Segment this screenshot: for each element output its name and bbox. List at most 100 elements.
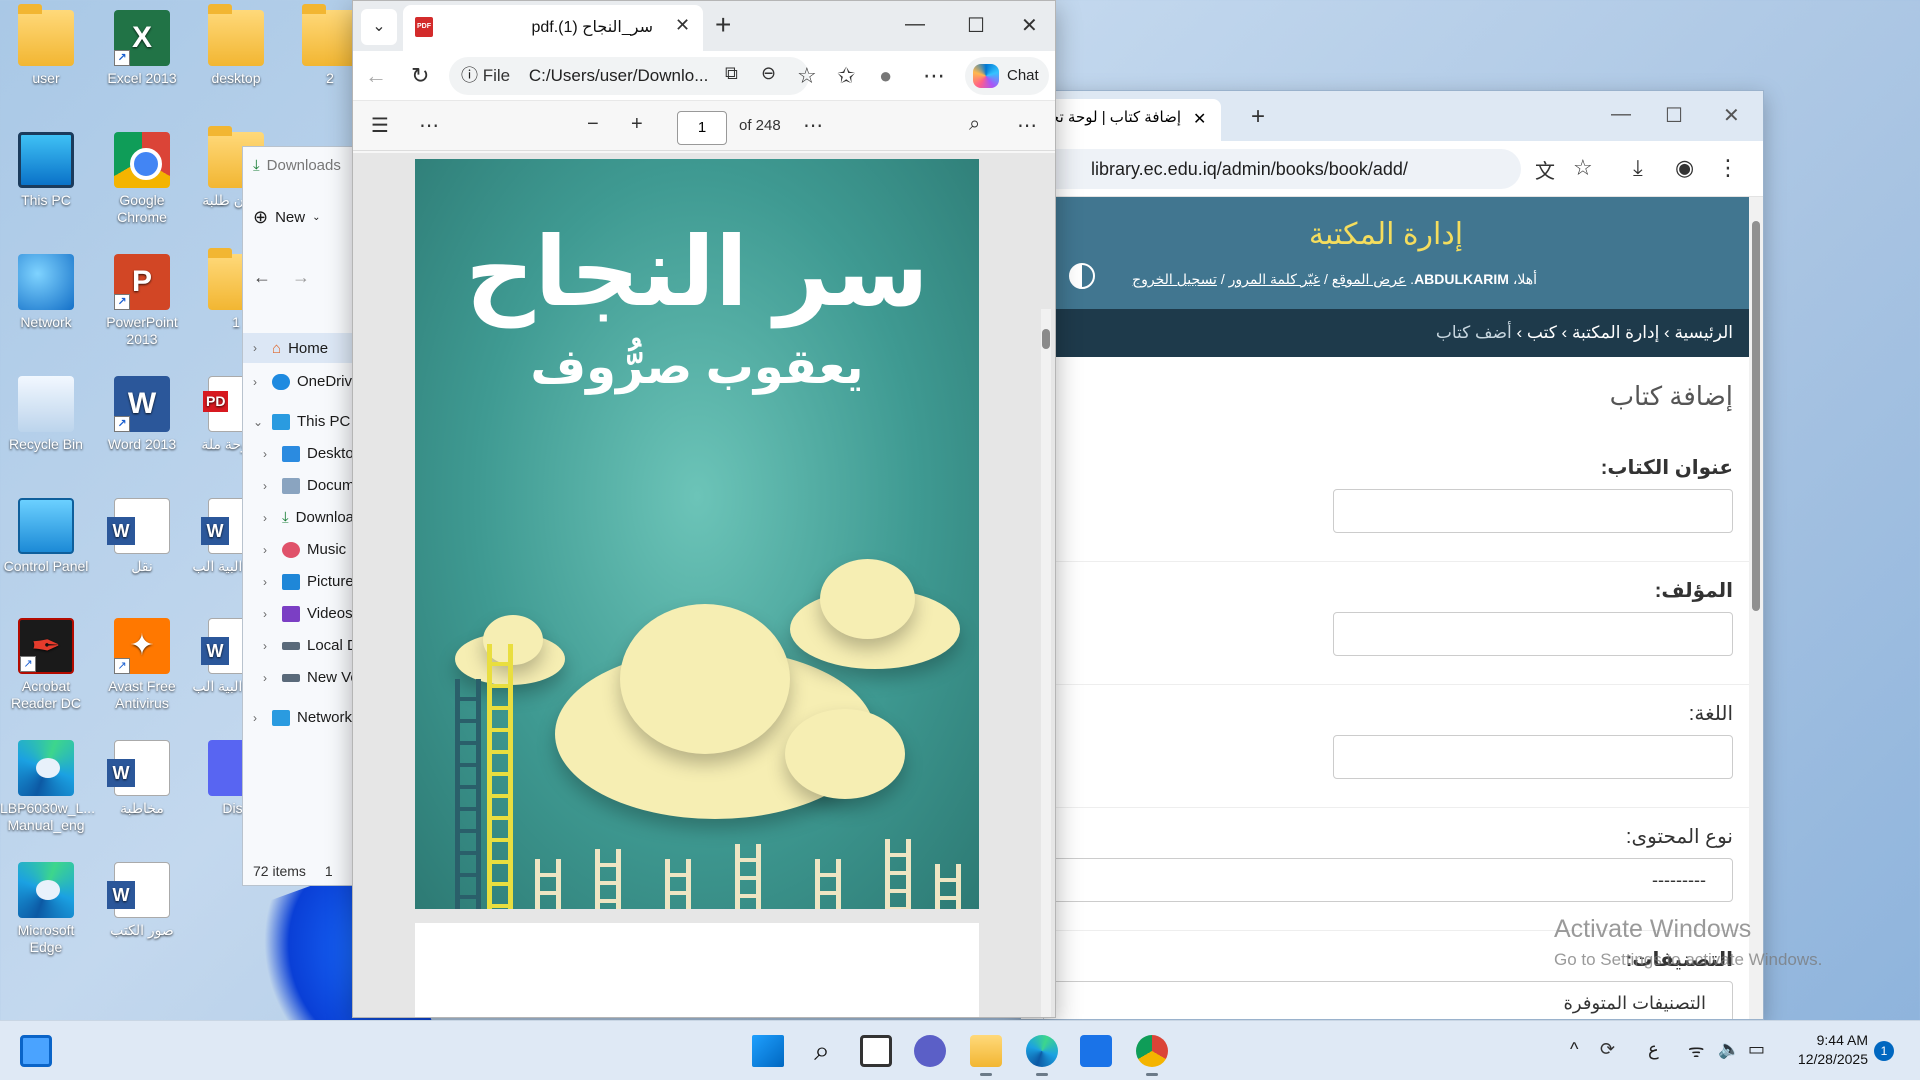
nav-item-downloads[interactable]: › ⤓ Downloads [263,509,361,526]
profile-icon[interactable]: ● [879,63,892,89]
desktop-icon-this-pc[interactable]: This PC [0,132,92,209]
zoom-out-icon[interactable]: ⊖ [761,63,776,84]
file-explorer-window[interactable]: ⤓ Downloads ⊕ New ⌄ ← → › ⌂ Home › OneDr… [242,146,362,886]
edge-pdf-window[interactable]: ⌄ PDF سر_النجاح (1).pdf ✕ + — ☐ ✕ ← ↻ ⓘ … [352,0,1056,1018]
breadcrumb-library[interactable]: إدارة المكتبة [1572,323,1659,342]
minimize-icon[interactable]: — [905,13,925,36]
nav-item-videos[interactable]: › Videos [263,605,353,622]
maximize-icon[interactable]: ☐ [1665,103,1683,128]
change-password-link[interactable]: غيّر كلمة المرور [1229,271,1320,287]
back-arrow-icon[interactable]: ← [253,267,271,288]
favorite-star-icon[interactable]: ☆ [797,63,817,89]
file-explorer-icon[interactable] [970,1035,1002,1076]
read-aloud-icon[interactable]: ⧉ [725,63,738,84]
pdf-viewer[interactable]: سر النجاح يعقوب صرُّوف [353,153,1055,1017]
close-tab-icon[interactable]: ✕ [675,15,690,36]
more-tools-icon[interactable]: ⋯ [1017,113,1037,138]
maximize-icon[interactable]: ☐ [967,13,985,38]
search-icon[interactable]: ⌕ [969,113,980,136]
book-title-input[interactable] [1333,489,1733,533]
copilot-chat-button[interactable]: Chat [965,57,1049,95]
desktop-icon-avast[interactable]: ✦ ↗ Avast Free Antivirus [96,618,188,712]
bookmark-star-icon[interactable]: ☆ [1573,155,1593,181]
menu-kebab-icon[interactable]: ⋮ [1717,155,1739,181]
pdf-more-icon[interactable]: ⋯ [419,113,439,138]
refresh-icon[interactable]: ↻ [411,63,429,89]
desktop-icon-lbp-manual[interactable]: LBP6030w_L... Manual_eng [0,740,95,834]
breadcrumb-home[interactable]: الرئيسية [1674,323,1733,342]
scrollbar-thumb[interactable] [1752,221,1760,611]
desktop-icon-network[interactable]: Network [0,254,92,331]
notification-badge[interactable]: 1 [1874,1041,1894,1061]
chrome-window[interactable]: إضافة كتاب | لوحة تحكم ✕ + — ☐ ✕ library… [1020,90,1764,1020]
download-icon[interactable]: ⤓ [1633,155,1643,181]
explorer-address-bar[interactable]: ⤓ Downloads [253,157,341,174]
page-number-input[interactable]: 1 [677,111,727,145]
nav-item-local-disk[interactable]: › Local Disk [263,637,361,654]
nav-item-music[interactable]: › Music [263,541,346,558]
desktop-icon-control-panel[interactable]: Control Panel [0,498,92,575]
input-language-indicator[interactable]: ع [1648,1039,1659,1060]
close-tab-icon[interactable]: ✕ [1193,109,1206,129]
desktop-icon-acrobat[interactable]: ✒ ↗ Acrobat Reader DC [0,618,92,712]
close-window-icon[interactable]: ✕ [1021,13,1038,38]
desktop-icon-recycle-bin[interactable]: Recycle Bin [0,376,92,453]
admin-brand-title[interactable]: إدارة المكتبة [1021,217,1751,252]
desktop-icon-microsoft-edge[interactable]: Microsoft Edge [0,862,92,956]
nav-item-desktop[interactable]: › Desktop [263,445,361,462]
logout-link[interactable]: تسجيل الخروج [1132,271,1217,287]
desktop-icon-word[interactable]: W ↗ Word 2013 [96,376,188,453]
new-tab-icon[interactable]: + [715,9,731,41]
content-type-select[interactable]: --------- [1043,858,1733,902]
page-scrollbar[interactable] [1749,197,1763,1019]
nav-item-home[interactable]: › ⌂ Home [243,333,361,363]
tab-actions-chevron-icon[interactable]: ⌄ [361,9,397,45]
microsoft-store-icon[interactable] [1080,1035,1112,1067]
new-tab-icon[interactable]: + [1251,103,1265,131]
search-icon[interactable]: ⌕ [806,1035,838,1067]
zoom-in-icon[interactable]: + [631,113,643,136]
desktop-icon-mukhataba[interactable]: W مخاطبة [96,740,188,817]
battery-icon[interactable]: ▭ [1748,1039,1765,1060]
system-clock[interactable]: 9:44 AM 12/28/2025 [1790,1031,1868,1069]
scrollbar-thumb[interactable] [1042,329,1050,349]
zoom-out-icon[interactable]: − [587,113,599,136]
nav-item-new-volume[interactable]: › New Volume [263,669,361,686]
close-window-icon[interactable]: ✕ [1723,103,1740,128]
show-hidden-icons-chevron-icon[interactable]: ^ [1570,1039,1578,1060]
pdf-scrollbar[interactable] [1041,309,1051,1017]
contents-list-icon[interactable]: ☰ [371,113,389,138]
explorer-new-button[interactable]: ⊕ New ⌄ [253,207,321,228]
chrome-icon[interactable] [1136,1035,1168,1076]
edge-icon[interactable] [1026,1035,1058,1076]
desktop-icon-powerpoint[interactable]: P ↗ PowerPoint 2013 [96,254,188,348]
nav-item-onedrive[interactable]: › OneDrive [253,373,360,390]
desktop-icon-suwar-alkutub[interactable]: W صور الكتب [96,862,188,939]
desktop-icon-excel[interactable]: X ↗ Excel 2013 [96,10,188,87]
author-input[interactable] [1333,612,1733,656]
minimize-icon[interactable]: — [1611,103,1631,126]
profile-icon[interactable]: ◉ [1675,155,1694,181]
favorites-icon[interactable]: ✩ [837,63,855,89]
more-options-icon[interactable]: ⋯ [923,63,945,89]
nav-item-documents[interactable]: › Documents [263,477,361,494]
chrome-url-bar[interactable]: library.ec.edu.iq/admin/books/book/add/ [1021,149,1521,189]
volume-icon[interactable]: 🔈 [1718,1039,1740,1060]
edge-url-bar[interactable]: ⓘ File C:/Users/user/Downlo... [449,57,809,95]
view-site-link[interactable]: عرض الموقع [1332,271,1407,287]
nav-item-this-pc[interactable]: ⌄ This PC [253,413,350,430]
pdf-options-icon[interactable]: ⋯ [803,113,823,138]
wifi-icon[interactable]: ᯤ [1688,1039,1704,1063]
language-input[interactable] [1333,735,1733,779]
task-view-icon[interactable] [860,1035,892,1067]
back-arrow-icon[interactable]: ← [365,63,387,89]
widgets-icon[interactable] [20,1035,52,1067]
edge-tab-pdf[interactable]: PDF سر_النجاح (1).pdf ✕ [403,5,703,51]
nav-item-network[interactable]: › Network [253,709,352,726]
nav-item-pictures[interactable]: › Pictures [263,573,361,590]
start-windows-icon[interactable] [752,1035,784,1067]
forward-arrow-icon[interactable]: → [292,267,310,288]
desktop-icon-chrome[interactable]: Google Chrome [96,132,188,226]
categories-select[interactable]: التصنيفات المتوفرة [1043,981,1733,1019]
breadcrumb-books[interactable]: كتب [1527,323,1557,342]
